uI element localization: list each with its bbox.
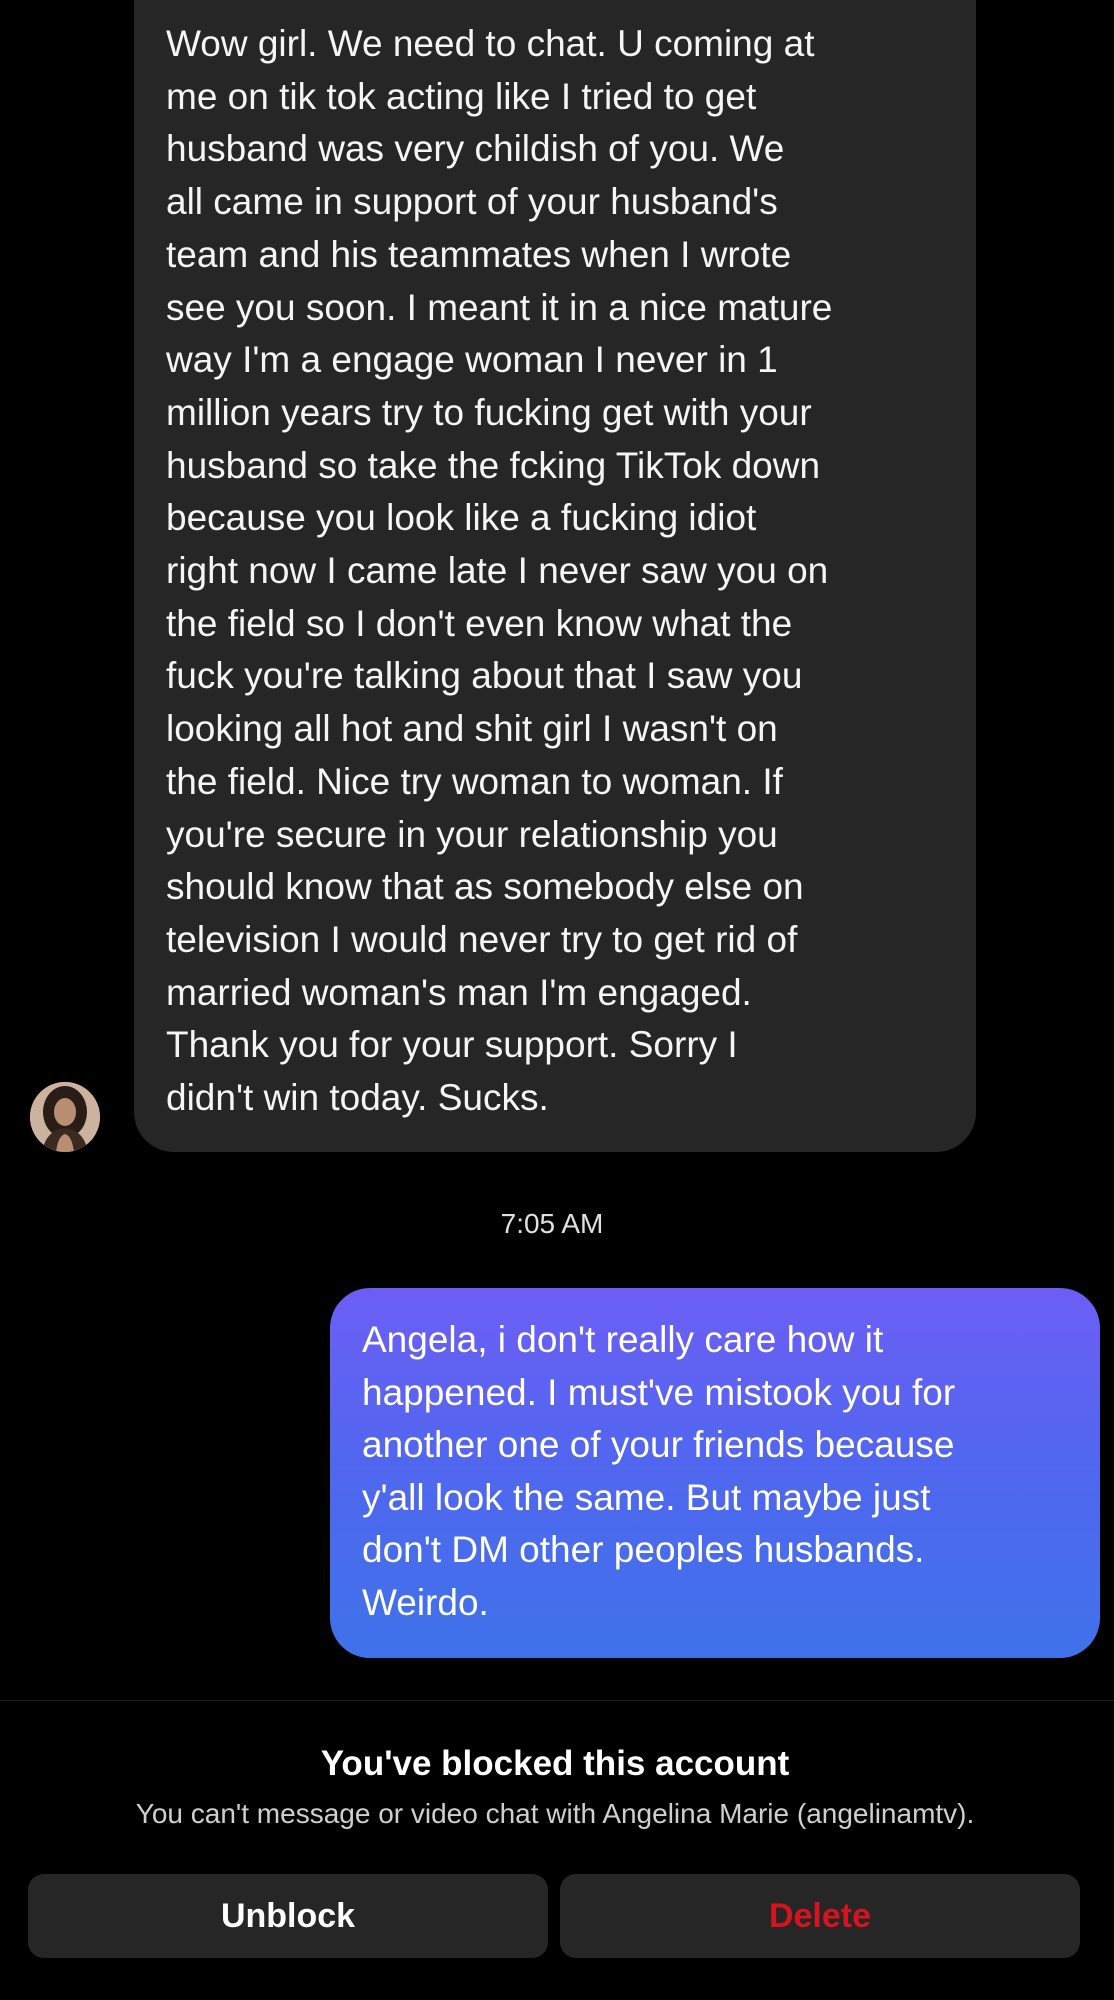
outgoing-message-bubble[interactable]: Angela, i don't really care how it happe… [330,1288,1100,1658]
incoming-message-bubble[interactable]: Wow girl. We need to chat. U coming at m… [134,0,976,1152]
outgoing-message-text: Angela, i don't really care how it happe… [362,1319,956,1623]
message-timestamp: 7:05 AM [500,1208,604,1239]
incoming-message-text: Wow girl. We need to chat. U coming at m… [166,23,833,1119]
sender-avatar[interactable] [30,1082,100,1152]
unblock-button[interactable]: Unblock [28,1874,548,1958]
blocked-notice-title: You've blocked this account [320,1744,790,1783]
divider [0,1700,1114,1701]
blocked-notice-subtitle: You can't message or video chat with Ang… [135,1798,975,1829]
delete-button[interactable]: Delete [560,1874,1080,1958]
avatar-photo-icon [30,1082,100,1152]
